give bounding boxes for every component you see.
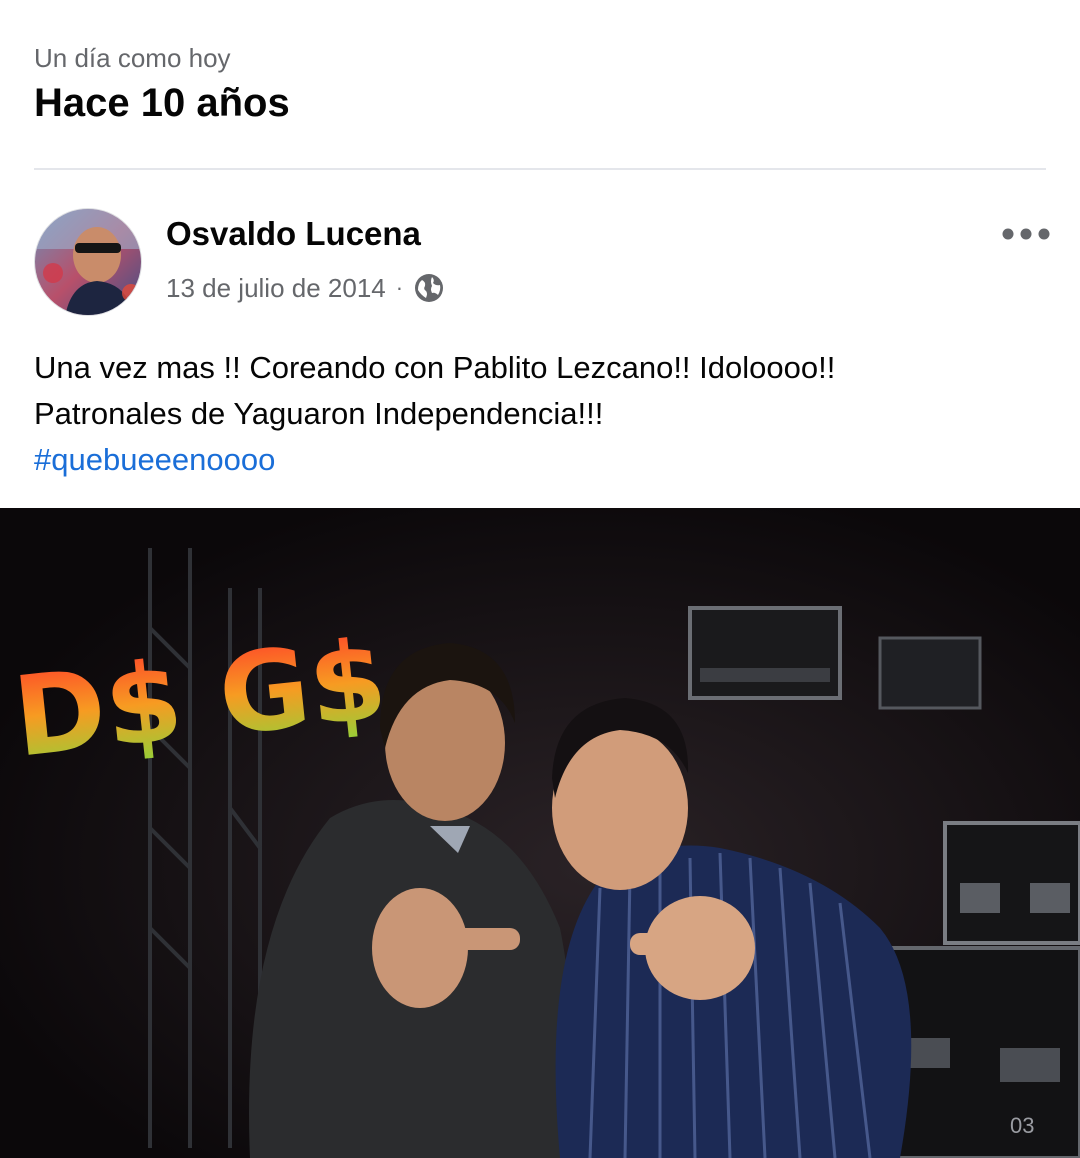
more-options-button[interactable] xyxy=(996,214,1056,254)
memory-eyebrow: Un día como hoy xyxy=(34,43,231,73)
post-photo[interactable]: 03 D$ G$ xyxy=(0,508,1080,1158)
hashtag-link[interactable]: #quebueeenoooo xyxy=(34,437,1040,483)
meta-separator: · xyxy=(395,275,404,300)
more-options-icon xyxy=(1002,228,1050,240)
post-text-line: Patronales de Yaguaron Independencia!!! xyxy=(34,396,604,431)
case-label: 03 xyxy=(1010,1113,1034,1138)
post-meta: 13 de julio de 2014 · xyxy=(166,268,445,308)
post-date[interactable]: 13 de julio de 2014 xyxy=(166,273,386,304)
photo-image: 03 D$ G$ xyxy=(0,508,1080,1158)
divider xyxy=(34,168,1046,170)
memory-title: Hace 10 años xyxy=(34,81,290,125)
memory-header: Un día como hoy Hace 10 años xyxy=(34,40,290,128)
author-name[interactable]: Osvaldo Lucena xyxy=(166,214,421,254)
avatar-image xyxy=(35,209,141,315)
post-text-line: Una vez mas !! Coreando con Pablito Lezc… xyxy=(34,350,836,385)
post-text: Una vez mas !! Coreando con Pablito Lezc… xyxy=(34,345,1040,483)
post-header: Osvaldo Lucena 13 de julio de 2014 · xyxy=(34,208,1056,320)
globe-icon xyxy=(413,272,445,304)
avatar[interactable] xyxy=(34,208,142,316)
memory-screen: Un día como hoy Hace 10 años Osvaldo Luc… xyxy=(0,0,1080,1158)
